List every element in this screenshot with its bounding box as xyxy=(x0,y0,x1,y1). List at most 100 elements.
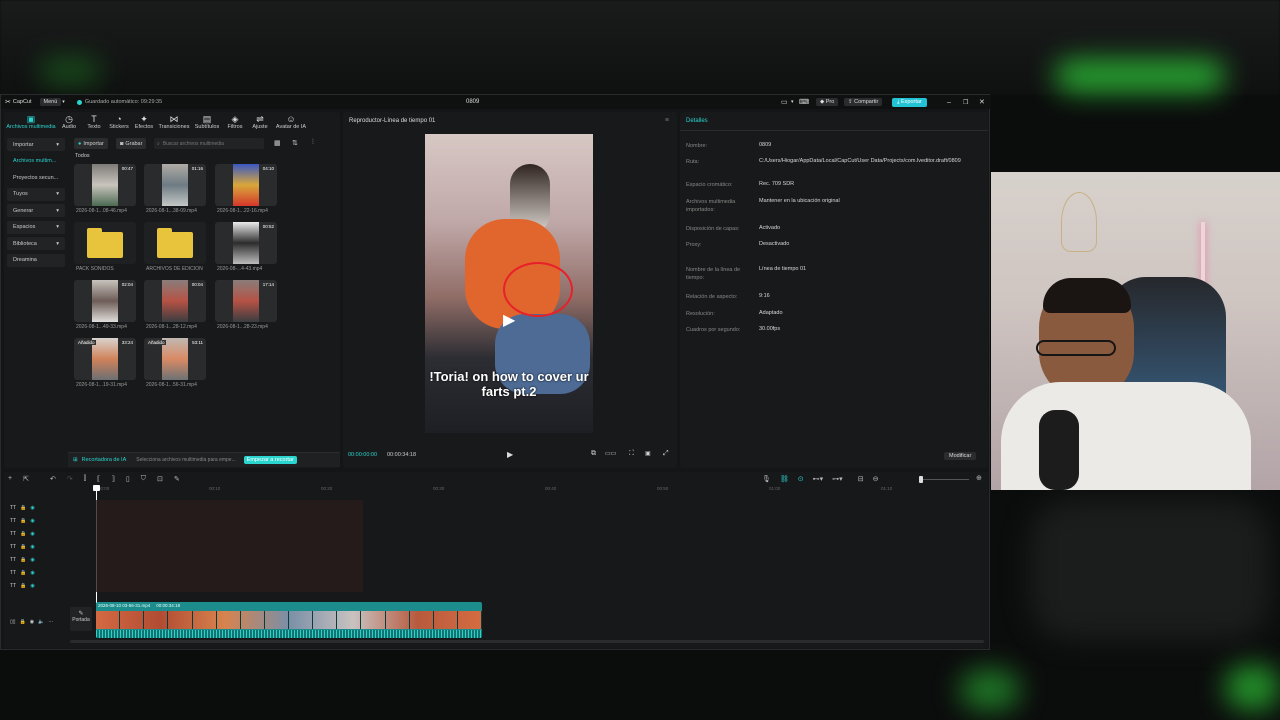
import-button[interactable]: ● Importar xyxy=(74,138,108,149)
ratio-icon[interactable]: ▭▭ xyxy=(605,450,616,457)
sidebar-item-media[interactable]: Archivos multim... xyxy=(7,155,65,168)
media-item[interactable]: 00:52 xyxy=(215,222,277,264)
eye-icon[interactable]: ◉ xyxy=(30,518,34,524)
toolbar-stickers[interactable]: ◔ Stickers xyxy=(107,114,131,130)
toolbar-transitions[interactable]: ⋈ Transiciones xyxy=(157,114,191,130)
trim-left-icon[interactable]: ⟦ xyxy=(97,475,100,483)
menu-icon[interactable]: ≡ xyxy=(665,117,669,124)
sidebar-item-yours[interactable]: Tuyos ▾ xyxy=(7,187,65,201)
maximize-icon[interactable]: ❐ xyxy=(963,99,968,106)
media-item[interactable]: Añadido 33:24 xyxy=(74,338,136,380)
sidebar-item-import[interactable]: Importar ▾ xyxy=(7,138,65,151)
close-icon[interactable]: ✕ xyxy=(979,98,985,106)
crop-timeline-icon[interactable]: ⊡ xyxy=(157,475,163,483)
preview-axis-icon[interactable]: ⊶▾ xyxy=(832,475,843,483)
fit-icon[interactable]: ⛶ xyxy=(629,450,634,458)
audio-mute-icon[interactable]: 🔈 xyxy=(38,619,44,625)
microphone-icon[interactable]: 🎙 xyxy=(762,475,771,483)
fullscreen-icon[interactable]: ⤢ xyxy=(663,450,669,458)
share-button[interactable]: ⇪ Compartir xyxy=(844,98,883,106)
clip-frame xyxy=(289,611,314,629)
zoom-in-icon[interactable]: ⊕ xyxy=(976,474,982,482)
toolbar-media[interactable]: ▣ Archivos multimedia xyxy=(6,114,56,130)
eye-icon[interactable]: ◉ xyxy=(30,505,34,511)
lock-icon[interactable]: 🔒 xyxy=(20,557,26,563)
zoom-slider-thumb[interactable] xyxy=(919,476,923,483)
media-item[interactable]: Añadido 53:11 xyxy=(144,338,206,380)
split-icon[interactable]: ⫿ xyxy=(84,475,86,483)
undo-icon[interactable]: ↶ xyxy=(50,475,56,483)
toolbar-subtitles[interactable]: ▤ Subtítulos xyxy=(192,114,222,130)
eye-icon[interactable]: ◉ xyxy=(30,557,34,563)
eye-icon[interactable]: ◉ xyxy=(30,583,34,589)
media-item[interactable]: 17:14 xyxy=(215,280,277,322)
sidebar-item-library[interactable]: Biblioteca ▾ xyxy=(7,237,65,250)
eye-icon[interactable]: ◉ xyxy=(30,570,34,576)
keyboard-icon[interactable]: ⌨ xyxy=(799,98,809,106)
sidebar-item-subprojects[interactable]: Proyectos secun... xyxy=(7,171,65,184)
select-tool-icon[interactable]: ⇱ xyxy=(23,475,29,483)
main-video-clip[interactable]: 2026-08-10 03-56-31.mp4 00:00:34:18 xyxy=(96,602,482,638)
lock-icon[interactable]: 🔒 xyxy=(20,544,26,550)
play-icon[interactable]: ▶ xyxy=(507,450,513,459)
toolbar-avatar[interactable]: ☺ Avatar de IA xyxy=(273,114,309,130)
media-item[interactable]: 04:10 xyxy=(215,164,277,206)
chevron-down-icon[interactable]: ▾ xyxy=(791,99,794,105)
play-overlay-icon[interactable]: ▶ xyxy=(503,310,515,330)
sidebar-item-generate[interactable]: Generar ▾ xyxy=(7,204,65,217)
record-button[interactable]: ◙ Grabar xyxy=(116,138,147,149)
export-button[interactable]: ⤓ Exportar xyxy=(892,97,927,107)
lock-icon[interactable]: 🔒 xyxy=(20,505,26,511)
menu-button[interactable]: Menú xyxy=(39,98,62,106)
eye-icon[interactable]: ◉ xyxy=(30,619,34,625)
sort-icon[interactable]: ⇅ xyxy=(292,139,298,147)
modify-button[interactable]: Modificar xyxy=(944,452,977,460)
add-icon[interactable]: + xyxy=(8,475,12,483)
toolbar-adjust[interactable]: ⇌ Ajuste xyxy=(248,114,272,130)
grid-view-icon[interactable]: ▦ xyxy=(274,139,281,147)
media-item[interactable]: 01:16 xyxy=(144,164,206,206)
lock-icon[interactable]: 🔒 xyxy=(20,583,26,589)
link-icon[interactable]: ⛓ xyxy=(780,475,789,483)
eye-icon[interactable]: ◉ xyxy=(30,531,34,537)
zoom-out-icon[interactable]: ⊖ xyxy=(873,475,879,483)
snap-icon[interactable]: ⊷▾ xyxy=(813,475,824,483)
caption-icon[interactable]: ⊟ xyxy=(858,475,864,483)
media-item[interactable]: 02:04 xyxy=(74,280,136,322)
marker-icon[interactable]: ⛉ xyxy=(141,475,146,483)
start-trim-button[interactable]: Empezar a recortar xyxy=(243,456,297,464)
cover-button[interactable]: ✎ Portada xyxy=(70,607,92,631)
quality-icon[interactable]: ▣ xyxy=(645,450,651,457)
lock-icon[interactable]: 🔒 xyxy=(20,518,26,524)
delete-icon[interactable]: ▯ xyxy=(126,475,130,483)
lock-icon[interactable]: 🔒 xyxy=(20,531,26,537)
folder-item[interactable] xyxy=(144,222,206,264)
filter-icon[interactable]: ⫶ xyxy=(312,139,314,147)
trim-right-icon[interactable]: ⟧ xyxy=(111,475,114,483)
media-icon: ▣ xyxy=(26,114,36,124)
sidebar-item-spaces[interactable]: Espacios ▾ xyxy=(7,220,65,234)
mask-icon[interactable]: ✎ xyxy=(174,475,180,483)
sidebar-item-dreamina[interactable]: Dreamina xyxy=(7,253,65,267)
zoom-slider[interactable] xyxy=(919,479,969,480)
more-icon[interactable]: ··· xyxy=(48,619,53,625)
toolbar-effects[interactable]: ✦ Efectos xyxy=(132,114,156,130)
crop-icon[interactable]: ⧉ xyxy=(591,450,596,458)
search-input[interactable]: ⌕ Buscar archivos multimedia xyxy=(154,138,264,149)
redo-icon[interactable]: ↷ xyxy=(67,475,73,483)
playhead-handle[interactable] xyxy=(93,485,100,491)
lock-icon[interactable]: 🔒 xyxy=(20,619,26,625)
magnet-icon[interactable]: ⊙ xyxy=(798,475,804,483)
folder-item[interactable] xyxy=(74,222,136,264)
toolbar-filters[interactable]: ◈ Filtros xyxy=(223,114,247,130)
toolbar-audio[interactable]: ◷ Audio xyxy=(57,114,81,130)
media-item[interactable]: 00:04 xyxy=(144,280,206,322)
minimize-icon[interactable]: – xyxy=(947,99,951,106)
eye-icon[interactable]: ◉ xyxy=(30,544,34,550)
timeline-scrollbar[interactable] xyxy=(70,640,984,643)
media-item[interactable]: 00:47 xyxy=(74,164,136,206)
pro-badge[interactable]: ◆ Pro xyxy=(816,98,839,106)
layout-icon[interactable]: ▭ xyxy=(781,98,788,106)
lock-icon[interactable]: 🔒 xyxy=(20,570,26,576)
toolbar-text[interactable]: T Texto xyxy=(82,114,106,130)
